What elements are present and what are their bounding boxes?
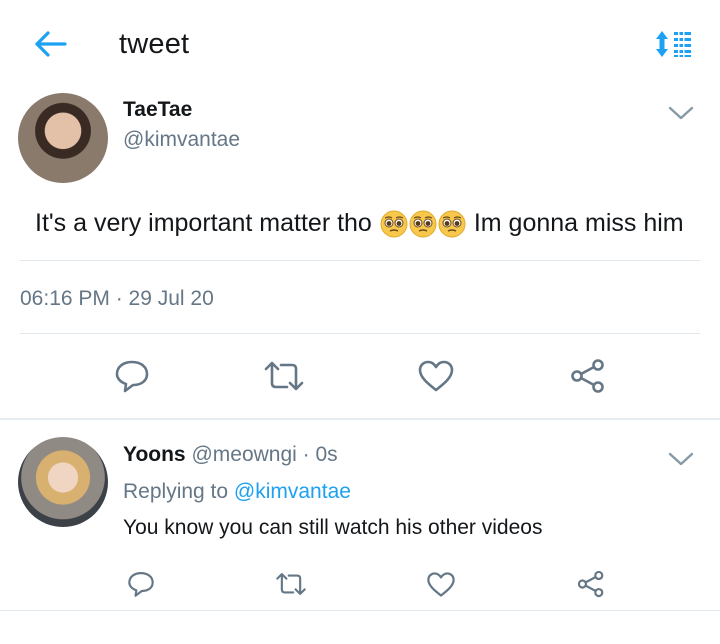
reply-options-button[interactable] [666,448,696,470]
retweet-button[interactable] [262,356,306,396]
retweet-icon [276,573,306,595]
reply-icon [115,360,149,393]
share-icon [577,570,604,598]
tweet-text-before: It's a very important matter tho [35,209,372,237]
reply-button[interactable] [110,356,154,396]
reply-like-button[interactable] [423,566,459,602]
reply-avatar[interactable] [18,437,108,527]
page-title: tweet [119,28,190,60]
chevron-down-icon [668,452,694,466]
pleading-face-icon [438,210,466,237]
reply-header: Yoons @meowngi · 0s [123,443,338,467]
heart-icon [427,571,455,597]
heart-icon [418,360,454,392]
replying-to-line: Replying to @kimvantae [123,480,351,504]
chevron-down-icon [668,106,694,120]
reply-display-name[interactable]: Yoons [123,443,186,466]
reply-retweet-button[interactable] [273,566,309,602]
reply-share-button[interactable] [573,566,609,602]
tweet-timestamp[interactable]: 06:16 PM · 29 Jul 20 [20,287,214,311]
like-button[interactable] [414,356,458,396]
replying-prefix: Replying to [123,480,229,503]
arrow-left-icon [35,31,67,57]
reply-icon [128,572,154,597]
sort-timeline-icon [656,31,691,57]
sort-button[interactable] [652,26,696,62]
divider [0,610,720,611]
replying-mention-link[interactable]: @kimvantae [234,480,351,503]
emoji-group [380,210,466,238]
tweet-text: It's a very important matter tho Im gonn… [35,209,684,238]
pleading-face-icon [409,210,437,237]
divider [20,260,700,261]
top-bar: tweet [0,0,720,90]
retweet-icon [264,361,304,391]
share-icon [571,359,604,393]
pleading-face-icon [380,210,408,237]
back-button[interactable] [30,26,70,62]
reply-text: You know you can still watch his other v… [123,516,543,539]
reply-handle-meta[interactable]: @meowngi · 0s [191,443,337,466]
display-name[interactable]: TaeTae [123,98,192,122]
share-button[interactable] [566,356,610,396]
tweet-text-after: Im gonna miss him [473,209,684,237]
section-divider [0,418,720,420]
avatar[interactable] [18,93,108,183]
divider [20,333,700,334]
reply-reply-button[interactable] [123,566,159,602]
user-handle[interactable]: @kimvantae [123,128,240,152]
tweet-options-button[interactable] [666,102,696,124]
